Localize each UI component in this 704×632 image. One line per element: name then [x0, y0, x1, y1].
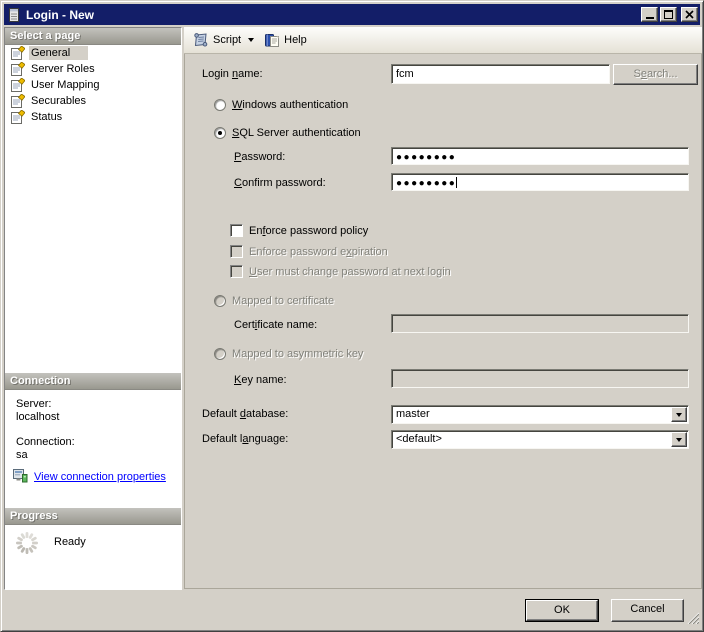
- key-name-label: Key name:: [234, 374, 287, 386]
- page-edit-icon: [11, 94, 25, 108]
- page-edit-icon: [11, 110, 25, 124]
- page-edit-icon: [11, 78, 25, 92]
- default-database-combo[interactable]: master: [391, 405, 689, 424]
- mapped-to-asymmetric-key-label: Mapped to asymmetric key: [232, 348, 364, 360]
- help-button[interactable]: Help: [260, 29, 313, 51]
- certificate-name-label: Certificate name:: [234, 319, 318, 331]
- password-input[interactable]: ●●●●●●●●: [391, 147, 689, 165]
- sidebar-item-label: Status: [31, 111, 63, 123]
- default-database-value: master: [396, 408, 430, 420]
- sidebar-item-securables[interactable]: Securables: [7, 93, 179, 109]
- enforce-password-expiration-label: Enforce password expiration: [249, 246, 388, 258]
- connection-header: Connection: [5, 373, 181, 390]
- sidebar-item-label: Securables: [31, 95, 87, 107]
- maximize-icon: [664, 10, 673, 19]
- mapped-to-certificate-radio: [214, 295, 226, 307]
- sidebar-item-user-mapping[interactable]: User Mapping: [7, 77, 179, 93]
- sidebar: Select a page General Server Roles User …: [4, 27, 182, 590]
- sidebar-item-server-roles[interactable]: Server Roles: [7, 61, 179, 77]
- spinner-icon: [14, 530, 40, 559]
- window-title: Login - New: [26, 7, 94, 22]
- select-a-page-header: Select a page: [5, 28, 181, 45]
- chevron-down-icon: [676, 437, 682, 442]
- user-must-change-password-label: User must change password at next login: [249, 266, 451, 278]
- help-button-label: Help: [284, 34, 307, 46]
- user-must-change-password-checkbox: [230, 265, 243, 278]
- script-button[interactable]: Script: [189, 29, 260, 51]
- sidebar-item-general[interactable]: General: [7, 45, 179, 61]
- server-label: Server:: [16, 398, 52, 410]
- login-new-dialog: Login - New Select a page General Server…: [0, 0, 704, 632]
- titlebar[interactable]: Login - New: [4, 4, 700, 25]
- windows-authentication-radio[interactable]: [214, 99, 226, 111]
- default-database-label: Default database:: [202, 408, 289, 420]
- sidebar-item-label: General: [29, 46, 89, 60]
- connection-label: Connection:: [16, 436, 75, 448]
- minimize-button[interactable]: [641, 7, 658, 22]
- page-edit-icon: [11, 46, 25, 60]
- default-language-label: Default language:: [202, 433, 289, 445]
- script-button-label: Script: [213, 34, 242, 46]
- chevron-down-icon: [676, 412, 682, 417]
- login-name-label: Login name:: [202, 68, 263, 80]
- server-app-icon: [7, 7, 21, 22]
- progress-status: Ready: [54, 536, 86, 548]
- script-dropdown-arrow-icon[interactable]: [248, 38, 255, 42]
- cancel-button[interactable]: Cancel: [611, 599, 684, 622]
- default-language-value: <default>: [396, 433, 442, 445]
- login-name-input[interactable]: fcm: [391, 64, 610, 84]
- sidebar-item-label: User Mapping: [31, 79, 100, 91]
- text-caret: [456, 177, 458, 188]
- enforce-password-policy-label: Enforce password policy: [249, 225, 369, 237]
- general-page-panel: Login name: fcm Search... Windows authen…: [184, 54, 702, 589]
- confirm-password-input[interactable]: ●●●●●●●●: [391, 173, 689, 191]
- page-edit-icon: [11, 62, 25, 76]
- close-button[interactable]: [681, 7, 698, 22]
- enforce-password-policy-checkbox[interactable]: [230, 224, 243, 237]
- password-label: Password:: [234, 151, 286, 163]
- key-name-input: [391, 369, 689, 388]
- default-database-dropdown-button[interactable]: [671, 407, 687, 422]
- sql-server-authentication-radio[interactable]: [214, 127, 226, 139]
- default-language-dropdown-button[interactable]: [671, 432, 687, 447]
- sql-server-authentication-label: SQL Server authentication: [232, 127, 361, 139]
- scroll-icon: [194, 33, 208, 47]
- maximize-button[interactable]: [660, 7, 677, 22]
- mapped-to-asymmetric-key-radio: [214, 348, 226, 360]
- sidebar-item-status[interactable]: Status: [7, 109, 179, 125]
- windows-authentication-label: Windows authentication: [232, 99, 349, 111]
- ok-button[interactable]: OK: [525, 599, 599, 622]
- confirm-password-label: Confirm password:: [234, 177, 326, 189]
- mapped-to-certificate-label: Mapped to certificate: [232, 295, 335, 307]
- default-language-combo[interactable]: <default>: [391, 430, 689, 449]
- close-icon: [685, 10, 694, 19]
- view-connection-properties-link[interactable]: View connection properties: [34, 471, 166, 483]
- progress-header: Progress: [5, 508, 181, 525]
- enforce-password-expiration-checkbox: [230, 245, 243, 258]
- search-button: Search...: [613, 64, 698, 85]
- help-book-icon: [265, 34, 280, 47]
- minimize-icon: [645, 17, 654, 19]
- certificate-name-input: [391, 314, 689, 333]
- server-value: localhost: [16, 411, 60, 423]
- connection-value: sa: [16, 449, 28, 461]
- resize-grip[interactable]: [686, 611, 700, 627]
- connection-properties-icon: [12, 468, 28, 487]
- toolbar: Script Help: [184, 27, 702, 54]
- sidebar-item-label: Server Roles: [31, 63, 95, 75]
